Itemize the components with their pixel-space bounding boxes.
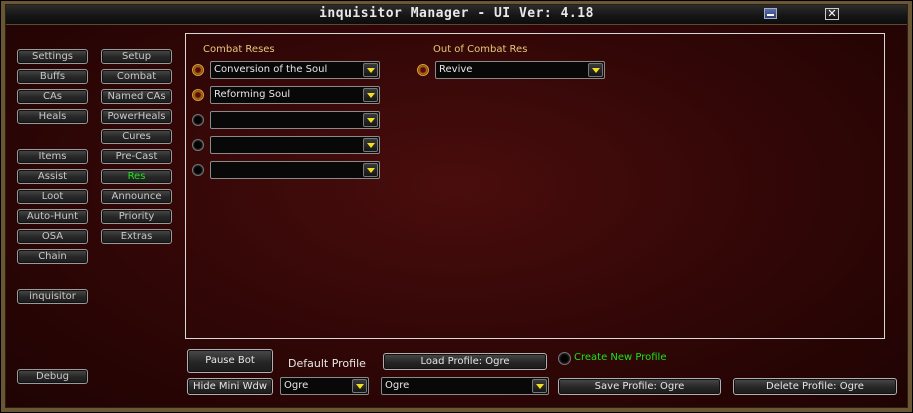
save-profile-button[interactable]: Save Profile: Ogre [558, 378, 721, 395]
tab-priority[interactable]: Priority [101, 209, 172, 224]
res-panel: Combat Reses Out of Combat Res Conversio… [185, 33, 885, 339]
combat-res-4-select[interactable] [210, 136, 380, 154]
tab-extras[interactable]: Extras [101, 229, 172, 244]
nav-chain-button[interactable]: Chain [17, 249, 88, 264]
chevron-down-icon[interactable] [363, 138, 378, 152]
nav-assist-button[interactable]: Assist [17, 169, 88, 184]
chevron-down-icon[interactable] [363, 63, 378, 77]
nav-osa-button[interactable]: OSA [17, 229, 88, 244]
combat-res-3-select[interactable] [210, 111, 380, 129]
chevron-down-icon[interactable] [363, 113, 378, 127]
profile-select[interactable]: Ogre [381, 377, 549, 395]
combat-res-5-radio[interactable] [192, 164, 204, 176]
combat-res-5-select[interactable] [210, 161, 380, 179]
combat-res-3-radio[interactable] [192, 114, 204, 126]
nav-inquisitor-button[interactable]: inquisitor [17, 289, 88, 304]
ooc-res-1-radio[interactable] [417, 64, 429, 76]
nav-cas-button[interactable]: CAs [17, 89, 88, 104]
title-bar[interactable]: inquisitor Manager - UI Ver: 4.18 ✕ [5, 4, 908, 25]
nav-settings-button[interactable]: Settings [17, 49, 88, 64]
nav-items-button[interactable]: Items [17, 149, 88, 164]
ooc-res-1-select[interactable]: Revive [435, 61, 605, 79]
combat-res-1-radio[interactable] [192, 64, 204, 76]
tab-res[interactable]: Res [101, 169, 172, 184]
close-icon[interactable]: ✕ [825, 8, 839, 20]
load-profile-button[interactable]: Load Profile: Ogre [383, 353, 547, 370]
delete-profile-button[interactable]: Delete Profile: Ogre [733, 378, 897, 395]
combat-reses-label: Combat Reses [203, 44, 275, 55]
combat-res-1-select[interactable]: Conversion of the Soul [210, 61, 380, 79]
nav-heals-button[interactable]: Heals [17, 109, 88, 124]
nav-loot-button[interactable]: Loot [17, 189, 88, 204]
tab-powerheals[interactable]: PowerHeals [101, 109, 172, 124]
create-new-profile-label[interactable]: Create New Profile [574, 352, 667, 363]
combat-res-2-radio[interactable] [192, 89, 204, 101]
default-profile-label: Default Profile [288, 357, 366, 370]
default-profile-select[interactable]: Ogre [280, 377, 369, 395]
chevron-down-icon[interactable] [532, 379, 547, 393]
nav-buffs-button[interactable]: Buffs [17, 69, 88, 84]
tab-named-cas[interactable]: Named CAs [101, 89, 172, 104]
profile-select-value: Ogre [385, 380, 410, 391]
tab-pre-cast[interactable]: Pre-Cast [101, 149, 172, 164]
chevron-down-icon[interactable] [588, 63, 603, 77]
tab-cures[interactable]: Cures [101, 129, 172, 144]
combat-res-2-select[interactable]: Reforming Soul [210, 86, 380, 104]
combat-res-2-value: Reforming Soul [214, 89, 291, 100]
create-new-profile-radio[interactable] [558, 352, 571, 365]
combat-res-4-radio[interactable] [192, 139, 204, 151]
out-of-combat-res-label: Out of Combat Res [433, 44, 528, 55]
tab-announce[interactable]: Announce [101, 189, 172, 204]
hide-mini-window-button[interactable]: Hide Mini Wdw [187, 378, 273, 395]
manager-window: inquisitor Manager - UI Ver: 4.18 ✕ Sett… [0, 0, 913, 413]
combat-res-1-value: Conversion of the Soul [214, 64, 328, 75]
chevron-down-icon[interactable] [352, 379, 367, 393]
ooc-res-1-value: Revive [439, 64, 473, 75]
minimize-icon[interactable] [764, 8, 777, 19]
chevron-down-icon[interactable] [363, 88, 378, 102]
tab-combat[interactable]: Combat [101, 69, 172, 84]
chevron-down-icon[interactable] [363, 163, 378, 177]
nav-auto-hunt-button[interactable]: Auto-Hunt [17, 209, 88, 224]
debug-button[interactable]: Debug [17, 369, 88, 384]
tab-setup[interactable]: Setup [101, 49, 172, 64]
default-profile-value: Ogre [284, 380, 309, 391]
pause-bot-button[interactable]: Pause Bot [187, 349, 273, 373]
